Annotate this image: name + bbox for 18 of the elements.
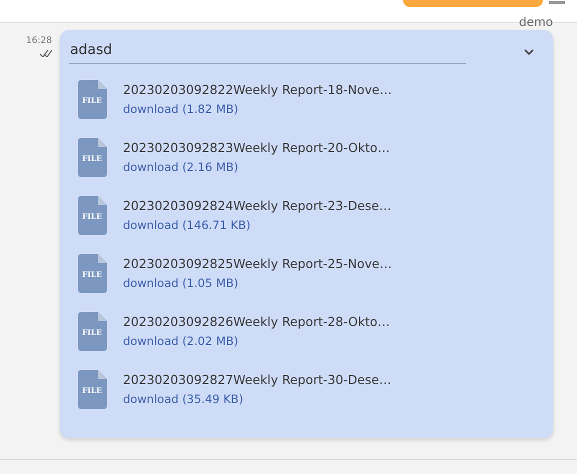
- action-button[interactable]: [403, 0, 543, 7]
- file-name: 20230203092825Weekly Report-25-Nove…: [122, 256, 392, 271]
- chevron-down-icon[interactable]: [524, 49, 534, 55]
- message-title: adasd: [68, 40, 466, 64]
- download-link[interactable]: download (2.02 MB): [122, 334, 390, 348]
- download-link[interactable]: download (1.82 MB): [122, 102, 392, 116]
- download-link[interactable]: download (35.49 KB): [122, 392, 392, 406]
- sender-name: demo: [518, 15, 553, 27]
- download-link[interactable]: download (1.05 MB): [122, 276, 392, 290]
- message-time: 16:28: [26, 36, 52, 46]
- file-name: 20230203092823Weekly Report-20-Okto…: [122, 140, 390, 155]
- download-link[interactable]: download (2.16 MB): [122, 160, 390, 174]
- download-link[interactable]: download (146.71 KB): [122, 218, 392, 232]
- file-name: 20230203092827Weekly Report-30-Dese…: [122, 372, 392, 387]
- file-name: 20230203092822Weekly Report-18-Nove…: [122, 82, 392, 97]
- file-name: 20230203092824Weekly Report-23-Dese…: [122, 198, 392, 213]
- menu-icon[interactable]: [549, 0, 565, 6]
- file-name: 20230203092826Weekly Report-28-Okto…: [122, 314, 390, 329]
